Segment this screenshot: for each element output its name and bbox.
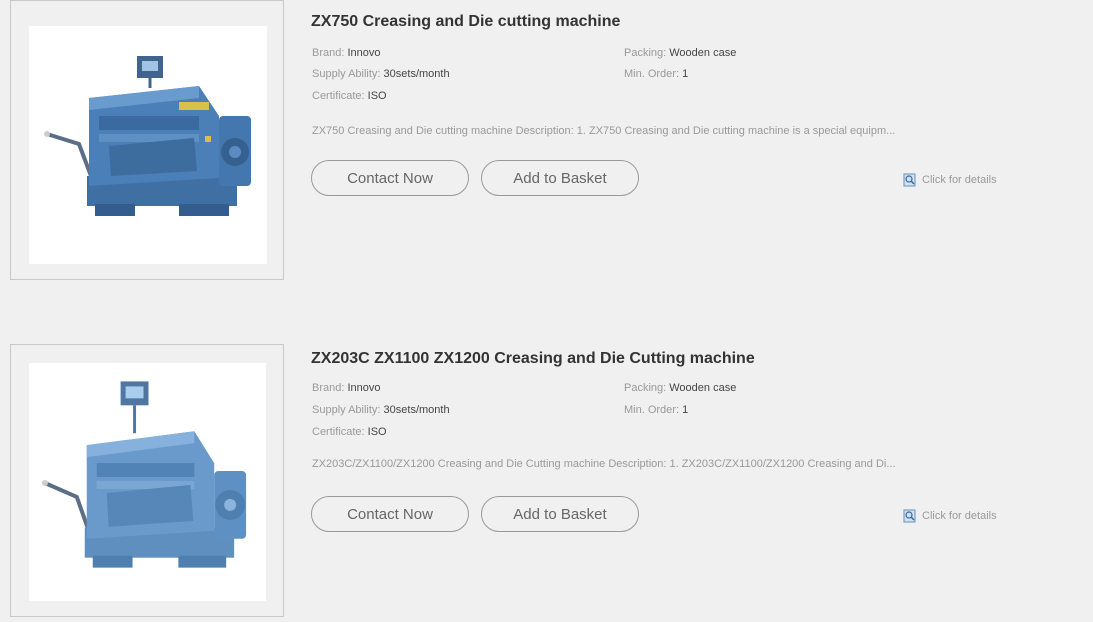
die-cutting-machine-image [41, 381, 247, 568]
product-title[interactable]: ZX750 Creasing and Die cutting machine [311, 13, 620, 31]
min-order-value: 1 [682, 404, 689, 416]
click-for-details-link[interactable]: Click for details [903, 173, 997, 187]
min-order-label: Min. Order: [624, 404, 683, 416]
supply-attribute: Supply Ability: 30sets/month [312, 68, 450, 80]
brand-attribute: Brand: Innovo [312, 47, 381, 59]
packing-value: Wooden case [669, 47, 737, 59]
supply-attribute: Supply Ability: 30sets/month [312, 404, 450, 416]
certificate-attribute: Certificate: ISO [312, 426, 387, 438]
supply-label: Supply Ability: [312, 404, 384, 416]
min-order-value: 1 [682, 68, 689, 80]
contact-now-button[interactable]: Contact Now [311, 496, 469, 532]
certificate-label: Certificate: [312, 90, 368, 102]
brand-value: Innovo [347, 47, 381, 59]
brand-value: Innovo [347, 382, 381, 394]
certificate-value: ISO [367, 426, 387, 438]
magnifier-document-icon [903, 509, 916, 523]
product-thumbnail-frame[interactable] [10, 344, 284, 617]
product-description: ZX750 Creasing and Die cutting machine D… [312, 125, 896, 137]
product-thumbnail-frame[interactable] [10, 0, 284, 280]
packing-attribute: Packing: Wooden case [624, 382, 736, 394]
brand-attribute: Brand: Innovo [312, 382, 381, 394]
supply-value: 30sets/month [383, 68, 450, 80]
brand-label: Brand: [312, 47, 348, 59]
die-cutting-machine-image [44, 56, 251, 216]
product-image[interactable] [29, 363, 266, 601]
min-order-label: Min. Order: [624, 68, 683, 80]
certificate-value: ISO [367, 90, 387, 102]
supply-label: Supply Ability: [312, 68, 384, 80]
min-order-attribute: Min. Order: 1 [624, 68, 688, 80]
product-image[interactable] [29, 26, 267, 264]
details-label: Click for details [922, 174, 997, 186]
product-listing: ZX203C ZX1100 ZX1200 Creasing and Die Cu… [0, 336, 1093, 617]
magnifier-document-icon [903, 173, 916, 187]
packing-label: Packing: [624, 47, 670, 59]
brand-label: Brand: [312, 382, 348, 394]
product-title[interactable]: ZX203C ZX1100 ZX1200 Creasing and Die Cu… [311, 350, 755, 368]
packing-attribute: Packing: Wooden case [624, 47, 736, 59]
add-to-basket-button[interactable]: Add to Basket [481, 496, 639, 532]
details-label: Click for details [922, 510, 997, 522]
packing-label: Packing: [624, 382, 670, 394]
certificate-label: Certificate: [312, 426, 368, 438]
product-description: ZX203C/ZX1100/ZX1200 Creasing and Die Cu… [312, 458, 896, 470]
min-order-attribute: Min. Order: 1 [624, 404, 688, 416]
product-listing: ZX750 Creasing and Die cutting machine B… [0, 0, 1093, 280]
certificate-attribute: Certificate: ISO [312, 90, 387, 102]
supply-value: 30sets/month [383, 404, 450, 416]
contact-now-button[interactable]: Contact Now [311, 160, 469, 196]
packing-value: Wooden case [669, 382, 737, 394]
click-for-details-link[interactable]: Click for details [903, 509, 997, 523]
add-to-basket-button[interactable]: Add to Basket [481, 160, 639, 196]
